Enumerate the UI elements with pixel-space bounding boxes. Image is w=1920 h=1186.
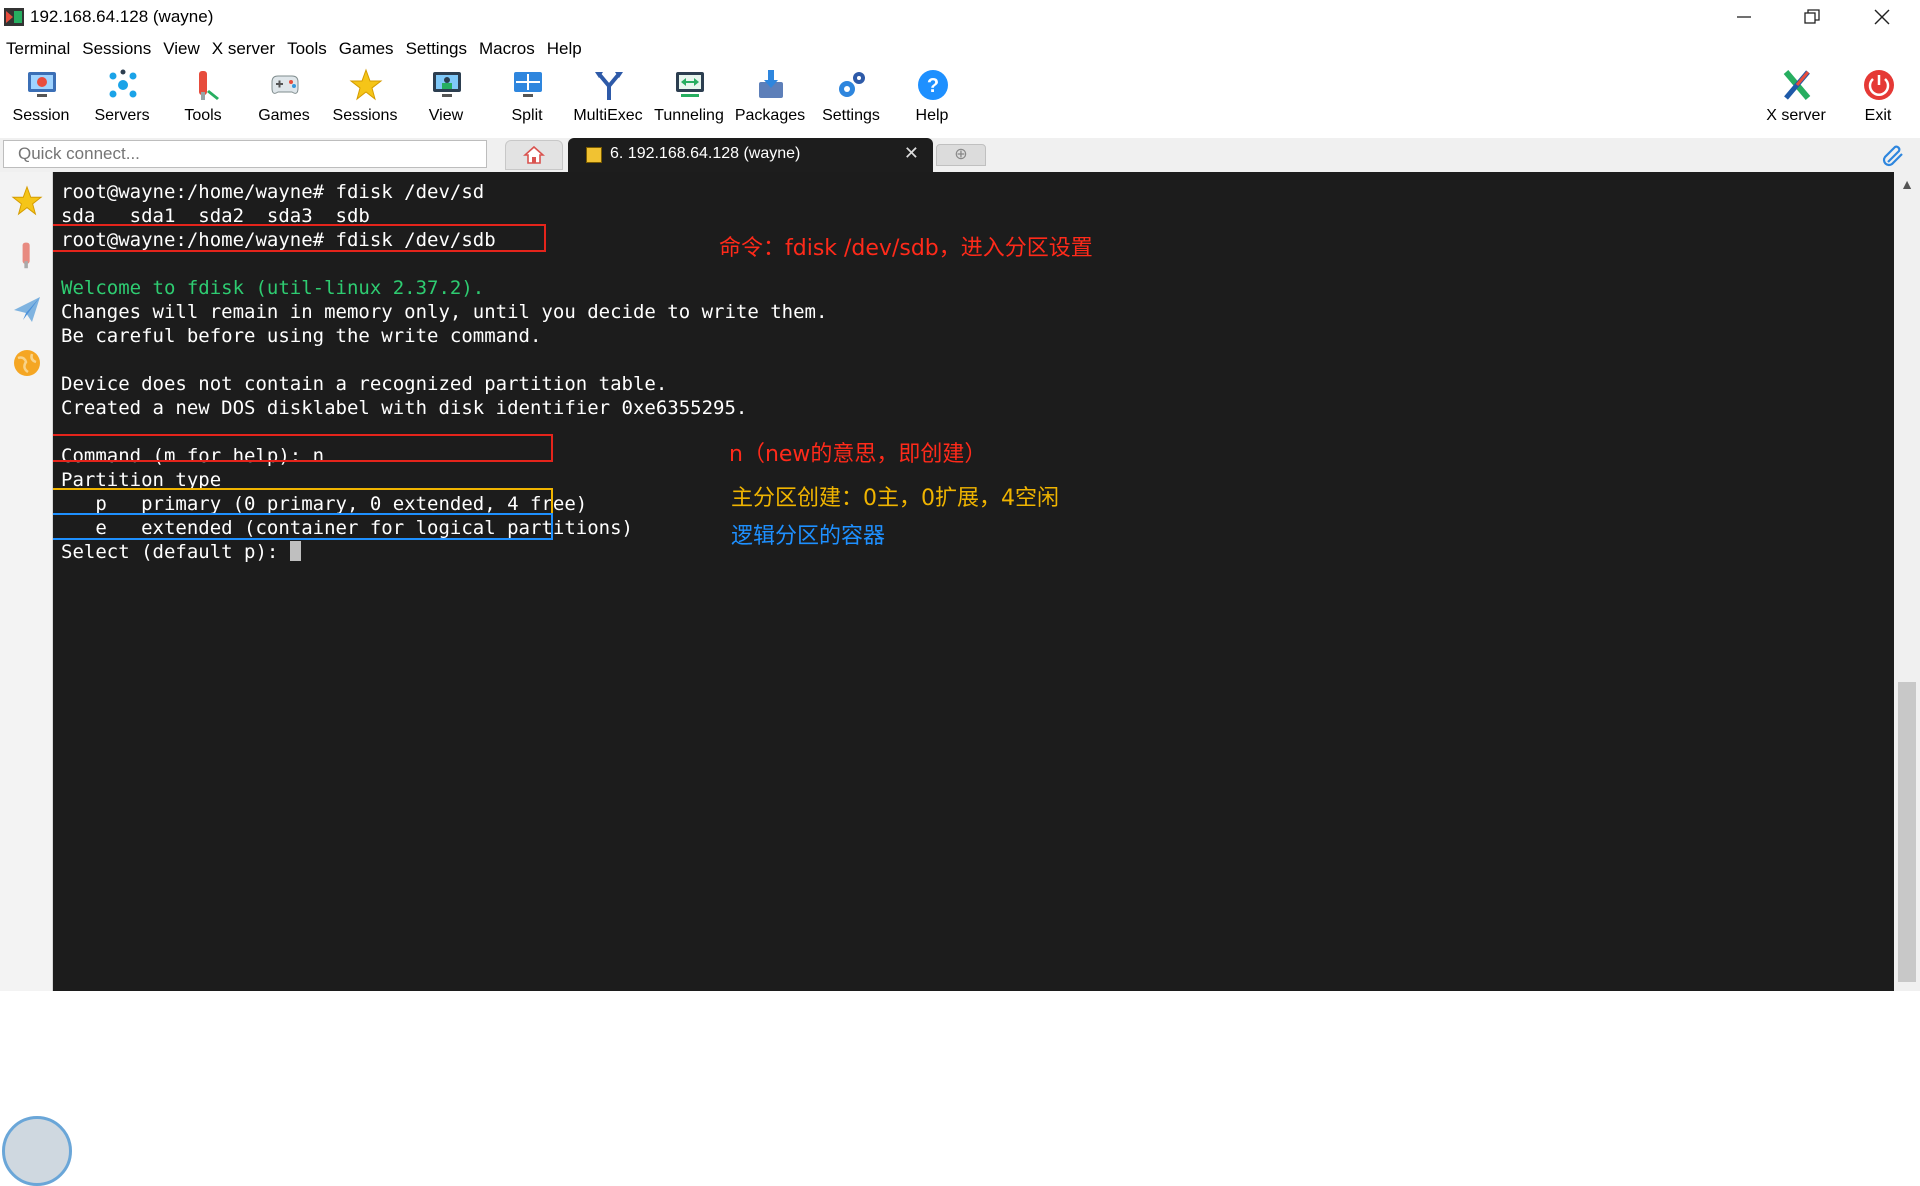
annotation-fdisk: 命令：fdisk /dev/sdb，进入分区设置 — [719, 236, 1093, 261]
tunneling-button[interactable]: Tunneling — [649, 64, 729, 132]
multiexec-icon — [595, 72, 623, 100]
toolbar: Session Servers Tools Games Sessions Vie… — [0, 64, 1920, 132]
sidebar-tools-button[interactable] — [4, 230, 50, 280]
split-icon — [514, 72, 542, 97]
quick-connect-input[interactable] — [3, 140, 487, 168]
view-icon — [433, 72, 461, 97]
menu-help[interactable]: Help — [541, 36, 588, 62]
close-icon — [1874, 9, 1890, 25]
globe-icon — [14, 350, 40, 376]
paperclip-icon[interactable] — [1880, 142, 1906, 168]
minimize-icon — [1737, 16, 1751, 18]
tab-close-icon[interactable]: ✕ — [904, 143, 919, 164]
menu-settings[interactable]: Settings — [400, 36, 473, 62]
terminal-line: Changes will remain in memory only, unti… — [61, 301, 828, 323]
restore-icon — [1804, 9, 1820, 24]
help-icon: ? — [918, 70, 948, 100]
session-icon — [28, 72, 56, 97]
avatar — [2, 1116, 72, 1186]
view-button[interactable]: View — [406, 64, 486, 132]
help-button[interactable]: ? Help — [892, 64, 972, 132]
minimize-button[interactable] — [1714, 0, 1774, 34]
highlight-box-fdisk-command — [53, 224, 546, 252]
annotation-extended: 逻辑分区的容器 — [731, 524, 886, 549]
annotation-new: n（new的意思，即创建） — [729, 442, 987, 467]
tools-button[interactable]: Tools — [163, 64, 243, 132]
packages-icon — [759, 70, 783, 98]
svg-text:?: ? — [927, 75, 939, 97]
mobaxterm-app-icon — [4, 8, 24, 26]
tunneling-icon — [676, 72, 704, 97]
star-icon — [11, 185, 43, 216]
terminal-area[interactable]: root@wayne:/home/wayne# fdisk /dev/sd sda… — [53, 172, 1894, 991]
highlight-box-primary-option — [53, 488, 553, 515]
session-tab-label: 6. 192.168.64.128 (wayne) — [610, 145, 801, 162]
x-server-button[interactable]: X server — [1756, 64, 1836, 132]
terminal-line: root@wayne:/home/wayne# fdisk /dev/sd — [61, 181, 485, 203]
restore-button[interactable] — [1782, 0, 1842, 34]
packages-button[interactable]: Packages — [730, 64, 810, 132]
menu-x-server[interactable]: X server — [206, 36, 281, 62]
servers-button[interactable]: Servers — [82, 64, 162, 132]
highlight-box-new-command — [53, 434, 553, 462]
paper-plane-icon — [14, 297, 40, 322]
menu-macros[interactable]: Macros — [473, 36, 541, 62]
xserver-icon — [1783, 70, 1811, 100]
terminal-line: Welcome to fdisk (util-linux 2.37.2). — [61, 277, 485, 299]
split-button[interactable]: Split — [487, 64, 567, 132]
window-title: 192.168.64.128 (wayne) — [30, 7, 214, 26]
multiexec-button[interactable]: MultiExec — [568, 64, 648, 132]
menu-terminal[interactable]: Terminal — [0, 36, 76, 62]
home-tab[interactable] — [505, 140, 563, 170]
exit-button[interactable]: Exit — [1838, 64, 1918, 132]
terminal-cursor — [289, 541, 301, 561]
settings-button[interactable]: Settings — [811, 64, 891, 132]
new-tab-button[interactable]: ⊕ — [936, 144, 986, 166]
terminal-line: Select (default p): — [61, 540, 827, 564]
title-bar: 192.168.64.128 (wayne) — [0, 0, 1920, 34]
left-sidebar — [0, 172, 72, 1186]
ssh-session-icon — [586, 147, 602, 163]
close-button[interactable] — [1852, 0, 1912, 34]
terminal-line: Be careful before using the write comman… — [61, 325, 542, 347]
scroll-up-icon[interactable]: ▲ — [1894, 176, 1920, 198]
tab-strip: 6. 192.168.64.128 (wayne) ✕ ⊕ — [0, 138, 1920, 172]
highlight-box-extended-option — [53, 513, 553, 540]
star-icon — [349, 68, 383, 101]
menu-tools[interactable]: Tools — [281, 36, 333, 62]
sessions-button[interactable]: Sessions — [325, 64, 405, 132]
menu-sessions[interactable]: Sessions — [76, 36, 157, 62]
menu-games[interactable]: Games — [333, 36, 400, 62]
sidebar-sessions-button[interactable] — [4, 176, 50, 226]
sidebar-sftp-button[interactable] — [4, 338, 50, 388]
terminal-line: Device does not contain a recognized par… — [61, 373, 668, 395]
terminal-line: Created a new DOS disklabel with disk id… — [61, 397, 748, 419]
menu-bar: Terminal Sessions View X server Tools Ga… — [0, 36, 588, 62]
home-icon — [523, 145, 545, 164]
settings-icon — [839, 72, 865, 97]
session-button[interactable]: Session — [1, 64, 81, 132]
sidebar-macros-button[interactable] — [4, 284, 50, 334]
annotation-primary: 主分区创建：0主，0扩展，4空闲 — [731, 486, 1059, 511]
exit-icon — [1864, 70, 1894, 100]
games-button[interactable]: Games — [244, 64, 324, 132]
session-tab[interactable]: 6. 192.168.64.128 (wayne) ✕ — [568, 138, 933, 172]
tools-icon — [199, 71, 219, 100]
servers-icon — [109, 69, 137, 98]
games-icon — [271, 75, 299, 94]
menu-view[interactable]: View — [157, 36, 206, 62]
scroll-thumb[interactable] — [1898, 682, 1916, 982]
tools-icon — [22, 242, 30, 269]
terminal-scrollbar[interactable]: ▲ — [1894, 172, 1920, 991]
